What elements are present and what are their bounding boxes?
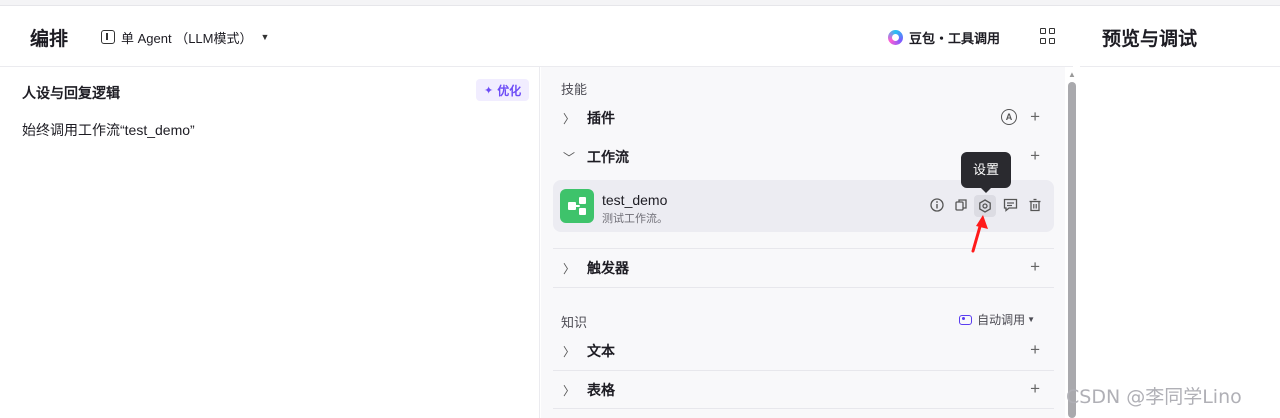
optimize-button[interactable]: ✦ 优化 [476, 79, 530, 101]
agent-mode-selector[interactable]: 单 Agent （LLM模式） ▼ [101, 26, 269, 48]
grid-cell-icon [1049, 28, 1055, 34]
grid-cell-icon [1040, 28, 1046, 34]
delete-icon[interactable] [1027, 198, 1043, 214]
text-label: 文本 [587, 343, 615, 359]
divider [553, 370, 1054, 371]
caret-down-icon: ▼ [260, 32, 270, 42]
info-icon[interactable] [929, 198, 945, 214]
grid-cell-icon [1049, 37, 1055, 44]
scrollbar[interactable]: ▲ [1068, 70, 1076, 418]
settings-tooltip: 设置 [961, 152, 1011, 193]
add-plugin-button[interactable]: + [1030, 108, 1040, 126]
model-selector[interactable]: 豆包・工具调用 [888, 26, 1000, 48]
agent-mode-label: 单 Agent （LLM模式） [121, 30, 253, 46]
workflow-icon [560, 189, 594, 223]
watermark: CSDN @李同学Lino [1066, 386, 1242, 408]
scroll-up-icon[interactable]: ▲ [1068, 70, 1076, 79]
add-workflow-button[interactable]: + [1030, 147, 1040, 165]
chevron-down-icon: ﹀ [563, 150, 576, 165]
plugin-row[interactable]: 〉 插件 A + [553, 100, 1054, 136]
red-arrow-annotation [971, 215, 988, 253]
optimize-label: 优化 [497, 83, 522, 98]
chevron-right-icon: 〉 [563, 344, 576, 359]
scrollbar-thumb[interactable] [1068, 82, 1076, 418]
trigger-label: 触发器 [587, 260, 629, 276]
sparkle-icon: ✦ [484, 84, 494, 97]
divider [553, 287, 1054, 288]
chevron-right-icon: 〉 [563, 261, 576, 276]
chevron-right-icon: 〉 [563, 383, 576, 398]
model-label: 豆包・工具调用 [909, 30, 1001, 46]
add-table-button[interactable]: + [1030, 380, 1040, 398]
plugin-label: 插件 [587, 110, 615, 126]
workflow-description: 测试工作流。 [602, 213, 668, 225]
knowledge-section-title: 知识 [561, 315, 588, 330]
divider [553, 408, 1054, 409]
table-row[interactable]: 〉 表格 + [553, 372, 1054, 408]
auto-select-icon[interactable]: A [1001, 109, 1017, 125]
text-row[interactable]: 〉 文本 + [553, 333, 1054, 369]
grid-cell-icon [1040, 37, 1046, 44]
table-label: 表格 [587, 382, 615, 398]
skills-section-title: 技能 [561, 82, 588, 97]
doubao-logo-icon [888, 29, 903, 45]
page-title: 编排 [30, 29, 69, 50]
preview-title: 预览与调试 [1102, 29, 1198, 50]
add-trigger-button[interactable]: + [1030, 258, 1040, 276]
workflow-name: test_demo [602, 192, 668, 208]
agent-mode-icon [101, 30, 115, 44]
header: 编排 单 Agent （LLM模式） ▼ 豆包・工具调用 [0, 6, 1073, 67]
toggle-icon [959, 314, 973, 325]
layout-grid-button[interactable] [1040, 28, 1056, 44]
chevron-right-icon: 〉 [563, 111, 576, 126]
caret-down-icon: ▼ [1027, 315, 1035, 324]
comment-icon[interactable] [1002, 198, 1018, 214]
trigger-row[interactable]: 〉 触发器 + [553, 250, 1054, 286]
auto-call-label: 自动调用 [977, 313, 1026, 327]
preview-divider [1080, 66, 1280, 67]
persona-content[interactable]: 始终调用工作流“test_demo” [22, 120, 195, 140]
auto-call-selector[interactable]: 自动调用 ▼ [959, 311, 1035, 328]
add-text-button[interactable]: + [1030, 341, 1040, 359]
workflow-label: 工作流 [587, 149, 629, 165]
persona-title: 人设与回复逻辑 [22, 85, 120, 101]
persona-panel: 人设与回复逻辑 ✦ 优化 始终调用工作流“test_demo” [0, 67, 540, 418]
